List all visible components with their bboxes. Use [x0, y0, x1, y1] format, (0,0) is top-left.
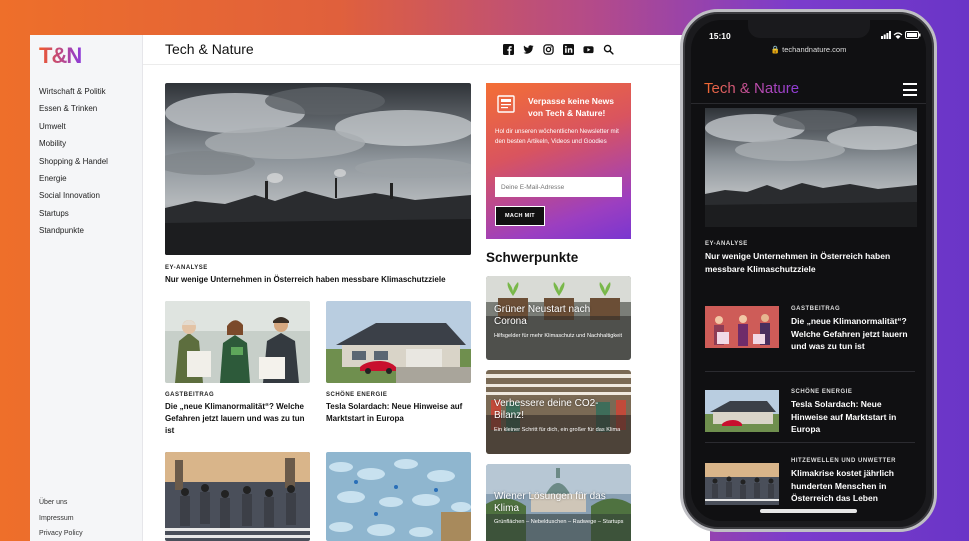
nav-item-startups[interactable]: Startups	[39, 205, 108, 222]
wifi-icon	[893, 32, 903, 39]
newsletter-icon	[497, 95, 515, 113]
search-icon[interactable]	[603, 44, 614, 55]
status-time: 15:10	[709, 31, 731, 41]
schwerpunkt-title: Verbessere deine CO2-Bilanz!	[494, 398, 599, 421]
mobile-header: Tech & Nature	[691, 64, 926, 104]
mobile-article-image[interactable]	[705, 390, 779, 432]
address-bar[interactable]: 🔒 techandnature.com	[691, 45, 926, 54]
desktop-browser-window: T&N Wirtschaft & Politik Essen & Trinken…	[30, 35, 710, 541]
social-icons	[503, 44, 614, 55]
site-logo[interactable]: T&N	[39, 43, 82, 69]
mobile-hero-image[interactable]	[705, 108, 917, 227]
phone-notch	[748, 20, 870, 38]
mobile-article-kicker: HITZEWELLEN UND UNWETTER	[791, 458, 896, 464]
home-indicator[interactable]	[760, 509, 857, 513]
divider	[705, 442, 915, 443]
lock-icon: 🔒	[770, 45, 781, 54]
nav-item-mobility[interactable]: Mobility	[39, 135, 108, 152]
signal-icon	[881, 31, 891, 39]
schwerpunkt-subtitle: Grünflächen – Nebelduschen – Radwege – S…	[494, 519, 624, 525]
header-bar: Tech & Nature	[143, 35, 710, 65]
schwerpunkt-card-co2[interactable]: Verbessere deine CO2-Bilanz! Ein kleiner…	[486, 370, 631, 454]
category-nav: Wirtschaft & Politik Essen & Trinken Umw…	[39, 83, 108, 240]
schwerpunkt-title: Wiener Lösungen für das Klima	[494, 491, 606, 514]
facebook-icon[interactable]	[503, 44, 514, 55]
mobile-article-kicker: GASTBEITRAG	[791, 306, 841, 312]
sidebar: T&N Wirtschaft & Politik Essen & Trinken…	[30, 35, 143, 541]
nav-item-standpunkte[interactable]: Standpunkte	[39, 222, 108, 239]
nav-item-social-innovation[interactable]: Social Innovation	[39, 187, 108, 204]
status-bar: 15:10	[691, 20, 926, 44]
divider	[705, 371, 915, 372]
newsletter-submit-button[interactable]: MACH MIT	[495, 206, 545, 226]
newsletter-email-input[interactable]	[495, 177, 622, 197]
hero-title[interactable]: Nur wenige Unternehmen in Österreich hab…	[165, 274, 471, 286]
schwerpunkt-card-wien[interactable]: Wiener Lösungen für das Klima Grünfläche…	[486, 464, 631, 541]
linkedin-icon[interactable]	[563, 44, 574, 55]
address-url: techandnature.com	[782, 45, 847, 54]
hamburger-menu-icon[interactable]	[903, 83, 917, 100]
schwerpunkt-title: Grüner Neustart nach Corona	[494, 304, 591, 327]
mobile-hero-title[interactable]: Nur wenige Unternehmen in Österreich hab…	[705, 250, 917, 275]
article-title[interactable]: Die „neue Klimanormalität“? Welche Gefah…	[165, 401, 315, 437]
mobile-article-title[interactable]: Tesla Solardach: Neue Hinweise auf Markt…	[791, 398, 919, 436]
smartphone-frame: 15:10 🔒 techandnature.com Tech & Nature	[680, 9, 937, 532]
schwerpunkt-card-neustart[interactable]: Grüner Neustart nach Corona Hilfsgelder …	[486, 276, 631, 360]
twitter-icon[interactable]	[523, 44, 534, 55]
mobile-article-title[interactable]: Klimakrise kostet jährlich hunderten Men…	[791, 467, 921, 505]
site-title[interactable]: Tech & Nature	[165, 41, 254, 57]
mobile-logo[interactable]: Tech & Nature	[704, 80, 799, 97]
footer-links: Über uns Impressum Privacy Policy	[39, 495, 83, 541]
nav-item-wirtschaft[interactable]: Wirtschaft & Politik	[39, 83, 108, 100]
mobile-article-image[interactable]	[705, 306, 779, 348]
mobile-article-kicker: SCHÖNE ENERGIE	[791, 389, 853, 395]
youtube-icon[interactable]	[583, 44, 594, 55]
hero-kicker: EY-Analyse	[165, 265, 208, 271]
nav-item-shopping[interactable]: Shopping & Handel	[39, 153, 108, 170]
footer-link-impressum[interactable]: Impressum	[39, 511, 83, 527]
article-kicker: Schöne Energie	[326, 392, 388, 398]
schwerpunkte-heading: Schwerpunkte	[486, 250, 579, 265]
mobile-hero-kicker: EY-ANALYSE	[705, 241, 748, 247]
battery-icon	[905, 31, 921, 39]
schwerpunkt-subtitle: Hilfsgelder für mehr Klimaschutz und Nac…	[494, 333, 623, 339]
footer-link-ueber-uns[interactable]: Über uns	[39, 495, 83, 511]
footer-link-privacy[interactable]: Privacy Policy	[39, 526, 83, 541]
article-image-bottles[interactable]	[326, 452, 471, 541]
newsletter-text: Hol dir unseren wöchentlichen Newsletter…	[495, 128, 619, 146]
article-kicker: Gastbeitrag	[165, 392, 215, 398]
mobile-article-title[interactable]: Die „neue Klimanormalität“? Welche Gefah…	[791, 315, 919, 353]
instagram-icon[interactable]	[543, 44, 554, 55]
schwerpunkt-subtitle: Ein kleiner Schritt für dich, ein großer…	[494, 427, 621, 433]
nav-item-energie[interactable]: Energie	[39, 170, 108, 187]
article-title[interactable]: Tesla Solardach: Neue Hinweise auf Markt…	[326, 401, 476, 425]
phone-screen: 15:10 🔒 techandnature.com Tech & Nature	[691, 20, 926, 521]
nav-item-umwelt[interactable]: Umwelt	[39, 118, 108, 135]
mobile-article-image[interactable]	[705, 463, 779, 505]
article-image-tesla[interactable]	[326, 301, 471, 383]
article-image-crowd[interactable]	[165, 452, 310, 541]
newsletter-title: Verpasse keine News von Tech & Nature!	[528, 96, 615, 118]
hero-image[interactable]	[165, 83, 471, 255]
nav-item-essen[interactable]: Essen & Trinken	[39, 100, 108, 117]
article-image-gastbeitrag[interactable]	[165, 301, 310, 383]
